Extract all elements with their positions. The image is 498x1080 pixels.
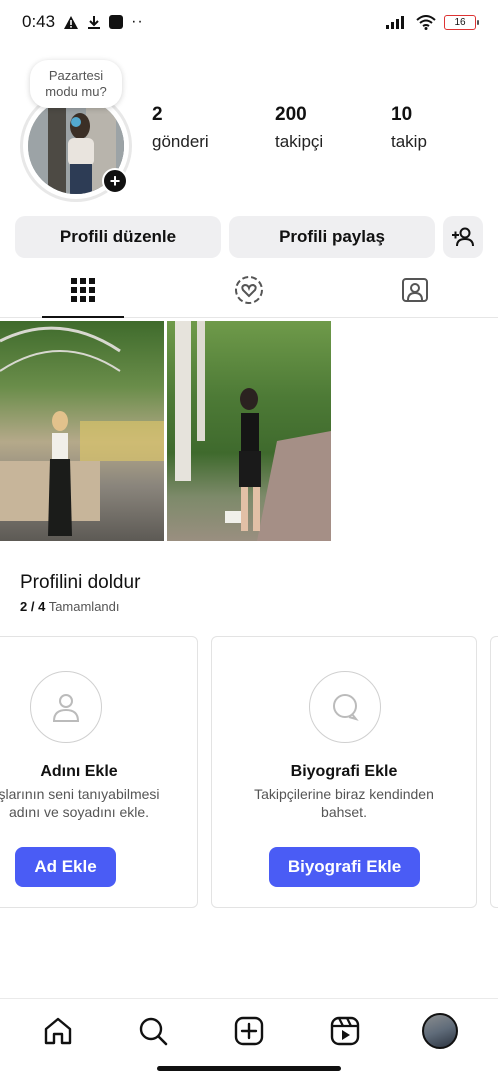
search-icon [140,1017,168,1045]
nav-create[interactable] [225,1007,273,1055]
add-bio-desc-line1: Takipçilerine biraz kendinden [254,786,434,802]
post-thumbnail[interactable] [167,321,331,541]
progress-label: Tamamlandı [48,599,120,614]
stat-posts[interactable]: 2 gönderi [152,104,275,152]
profile-avatar-icon [422,1012,459,1049]
battery-icon: 16 [444,14,479,30]
grid-icon [71,277,95,302]
post-grid [0,321,331,541]
add-name-title: Adını Ekle [40,763,118,780]
add-bio-card: Biyografi Ekle Takipçilerine biraz kendi… [211,636,477,908]
add-bio-desc: Takipçilerine biraz kendinden bahset. [212,785,476,821]
person-icon [30,671,102,743]
tab-tagged[interactable] [332,262,498,317]
nav-reels[interactable] [321,1007,369,1055]
download-icon [88,15,101,29]
followers-count: 200 [275,104,307,125]
following-count: 10 [391,104,413,125]
add-bio-title: Biyografi Ekle [290,763,398,780]
battery-level: 16 [454,16,466,28]
home-indicator[interactable] [157,1066,341,1071]
add-person-icon [452,227,474,247]
post-photo-1 [0,326,164,536]
add-name-card: Adını Ekle şlarının seni tanıyabilmesi a… [0,636,198,908]
tagged-person-icon [402,277,428,302]
reels-icon [330,1016,359,1045]
stat-followers[interactable]: 200 takipçi [275,104,391,152]
next-card-peek [490,636,498,908]
complete-profile-progress: 2 / 4 Tamamlandı [20,599,120,614]
edit-profile-button[interactable]: Profili düzenle [15,216,221,258]
profile-note[interactable]: Pazartesi modu mu? [30,60,122,108]
heart-circle-icon [235,275,263,304]
create-icon [234,1016,264,1045]
status-left: 0:43 ·· [22,12,144,32]
profile-tabs [0,262,498,318]
warning-icon [64,15,79,29]
share-profile-button[interactable]: Profili paylaş [229,216,435,258]
status-time: 0:43 [22,12,56,31]
app-notification-icon [109,15,124,29]
nav-profile[interactable] [416,1007,464,1055]
posts-label: gönderi [152,132,209,151]
posts-count: 2 [152,104,163,125]
nav-search[interactable] [129,1007,177,1055]
home-icon [44,1017,71,1044]
speech-bubble-icon [309,671,381,743]
add-name-desc-line1: şlarının seni tanıyabilmesi [0,786,160,802]
progress-count: 2 / 4 [20,599,46,614]
discover-people-button[interactable] [443,216,483,258]
profile-stats: 2 gönderi 200 takipçi 10 takip [152,104,471,152]
tab-highlights[interactable] [166,262,332,317]
more-notifications-icon: ·· [131,13,144,30]
post-photo-2 [175,321,331,541]
signal-icon [386,16,404,29]
post-thumbnail[interactable] [0,321,164,541]
following-label: takip [391,132,427,151]
nav-home[interactable] [34,1007,82,1055]
profile-actions: Profili düzenle Profili paylaş [15,216,483,258]
add-name-desc-line2: adını ve soyadını ekle. [8,804,150,820]
status-bar: 0:43 ·· 16 [0,0,498,44]
followers-label: takipçi [275,132,324,151]
wifi-icon [416,14,436,30]
status-right: 16 [386,14,479,30]
add-name-desc: şlarının seni tanıyabilmesi adını ve soy… [0,785,183,821]
stat-following[interactable]: 10 takip [391,104,471,152]
add-bio-desc-line2: bahset. [321,804,367,820]
add-name-button[interactable]: Ad Ekle [15,847,116,887]
tab-posts[interactable] [0,262,166,318]
complete-profile-title: Profilini doldur [20,572,141,593]
bottom-nav [0,998,498,1062]
add-story-button[interactable]: + [102,168,128,194]
add-bio-button[interactable]: Biyografi Ekle [269,847,420,887]
